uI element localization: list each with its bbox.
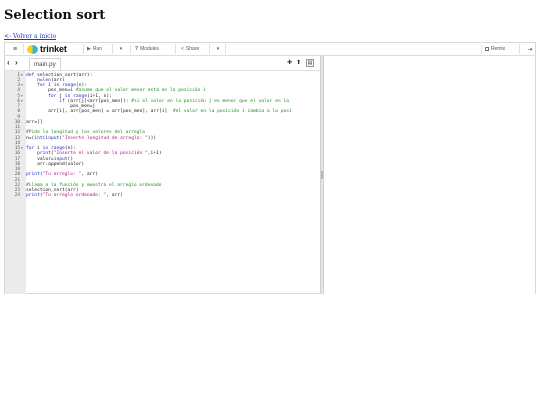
- line-number: 24: [14, 193, 20, 199]
- file-tab-main-py[interactable]: main.py: [29, 58, 61, 70]
- upload-icon[interactable]: ⬆: [296, 59, 301, 66]
- sign-in-icon[interactable]: ⇥: [526, 43, 534, 55]
- modules-button[interactable]: ? Modules: [135, 43, 159, 55]
- toolbar-divider: [83, 44, 84, 54]
- toolbar-divider: [23, 44, 24, 54]
- trinket-logo[interactable]: trinket: [27, 43, 67, 55]
- run-options-dropdown[interactable]: ▾: [117, 43, 125, 55]
- line-number: 9: [17, 114, 20, 120]
- toolbar-divider: [112, 44, 113, 54]
- chevron-right-icon[interactable]: ›: [15, 58, 18, 67]
- code-line: for j in range(i+1, n):: [48, 93, 112, 99]
- code-editor[interactable]: def selection_sort(arr): n=len(arr) for …: [26, 71, 320, 294]
- toolbar-divider: [225, 44, 226, 54]
- share-button[interactable]: < Share: [181, 43, 199, 55]
- chevron-down-icon: ▾: [216, 46, 220, 52]
- toolbar-divider: [209, 44, 210, 54]
- file-icon[interactable]: ▤: [306, 59, 314, 67]
- line-number: 4: [17, 88, 20, 94]
- code-line: valor=input(): [37, 156, 74, 162]
- line-number: 21: [14, 177, 20, 183]
- trinket-brand-text: trinket: [40, 44, 67, 54]
- chevron-left-icon[interactable]: ‹: [7, 58, 10, 67]
- code-line: arr[i], arr[pos_men] = arr[pos_men], arr…: [48, 109, 292, 115]
- remix-icon: [485, 47, 489, 51]
- trinket-toolbar: ≡ trinket ▶ Run ▾ ? Modules < Share ▾ Re…: [5, 43, 535, 56]
- plus-icon[interactable]: ✚: [287, 59, 292, 66]
- code-line: def selection_sort(arr):: [26, 72, 93, 78]
- fold-toggle-icon[interactable]: ▾: [21, 83, 23, 88]
- page-title: Selection sort: [4, 8, 106, 23]
- remix-button[interactable]: Remix: [485, 43, 505, 55]
- line-number: 10: [14, 119, 20, 125]
- line-number: 22: [14, 182, 20, 188]
- share-label: Share: [185, 46, 200, 52]
- fold-toggle-icon[interactable]: ▾: [21, 99, 23, 104]
- line-number: 2: [17, 77, 20, 83]
- toolbar-divider: [519, 44, 520, 54]
- fold-toggle-icon[interactable]: ▾: [21, 94, 23, 99]
- fold-toggle-icon[interactable]: ▾: [21, 146, 23, 151]
- resize-grip-icon: [321, 171, 323, 179]
- output-pane[interactable]: [324, 56, 535, 294]
- code-line: print("Tu arreglo: ", arr): [26, 172, 98, 178]
- toolbar-divider: [481, 44, 482, 54]
- share-options-dropdown[interactable]: ▾: [214, 43, 222, 55]
- code-line: arr=[]: [26, 119, 43, 125]
- run-button[interactable]: ▶ Run: [87, 43, 102, 55]
- line-number: 20: [14, 172, 20, 178]
- line-number: 8: [17, 109, 20, 115]
- code-line: if (arr[j]<arr[pos_men]): #si el valor e…: [59, 98, 289, 104]
- run-label: Run: [92, 46, 103, 52]
- line-number: 18: [14, 161, 20, 167]
- play-icon: ▶: [87, 46, 91, 52]
- toolbar-divider: [130, 44, 131, 54]
- question-icon: ?: [135, 46, 139, 52]
- line-number: 13: [14, 135, 20, 141]
- line-number-gutter: 1 ▾ 2 3 ▾ 4 5 ▾ 6 ▾ 7 8 9 10 11 12 13 14 15 ▾ 16 17 18 19 20 21 22…: [5, 71, 26, 294]
- modules-label: Modules: [140, 46, 159, 52]
- line-number: 17: [14, 156, 20, 162]
- code-line: n=len(arr): [37, 77, 65, 83]
- file-tab-bar: ‹ › main.py ✚ ⬆ ▤: [5, 56, 320, 71]
- code-line: #Llama a la función y muestra el arreglo…: [26, 182, 162, 188]
- hamburger-menu-icon[interactable]: ≡: [11, 43, 19, 55]
- remix-label: Remix: [491, 46, 506, 52]
- code-line: pos_men=i #asume que el valor menor está…: [48, 88, 206, 94]
- code-line: n=(int(input("Inserte longitud de arregl…: [26, 135, 157, 141]
- trinket-embed: ≡ trinket ▶ Run ▾ ? Modules < Share ▾ Re…: [4, 42, 536, 294]
- code-line: print("Inserte el valor de la posición "…: [37, 151, 162, 157]
- toolbar-divider: [175, 44, 176, 54]
- file-tab-label: main.py: [34, 61, 56, 68]
- chevron-down-icon: ▾: [119, 46, 123, 52]
- back-to-home-link[interactable]: <- Volver a inicio: [4, 33, 56, 40]
- line-number: 12: [14, 130, 20, 136]
- line-number: 1: [17, 72, 20, 78]
- trinket-logo-icon: [27, 44, 38, 54]
- code-editor-pane: ‹ › main.py ✚ ⬆ ▤ 1 ▾ 2 3 ▾ 4 5 ▾ 6 ▾ 7 8 9 10 11 12 13 1…: [5, 56, 320, 294]
- code-line: #Pide la longitud y los valores del arre…: [26, 130, 145, 136]
- line-number: 16: [14, 151, 20, 157]
- line-number: 14: [14, 140, 20, 146]
- line-number: 5: [17, 93, 20, 99]
- code-line: print("Tu arreglo ordenado: ", arr): [26, 193, 123, 199]
- line-number: 6: [17, 98, 20, 104]
- share-icon: <: [181, 46, 184, 52]
- code-line: arr.append(valor): [37, 161, 85, 167]
- fold-toggle-icon[interactable]: ▾: [21, 73, 23, 78]
